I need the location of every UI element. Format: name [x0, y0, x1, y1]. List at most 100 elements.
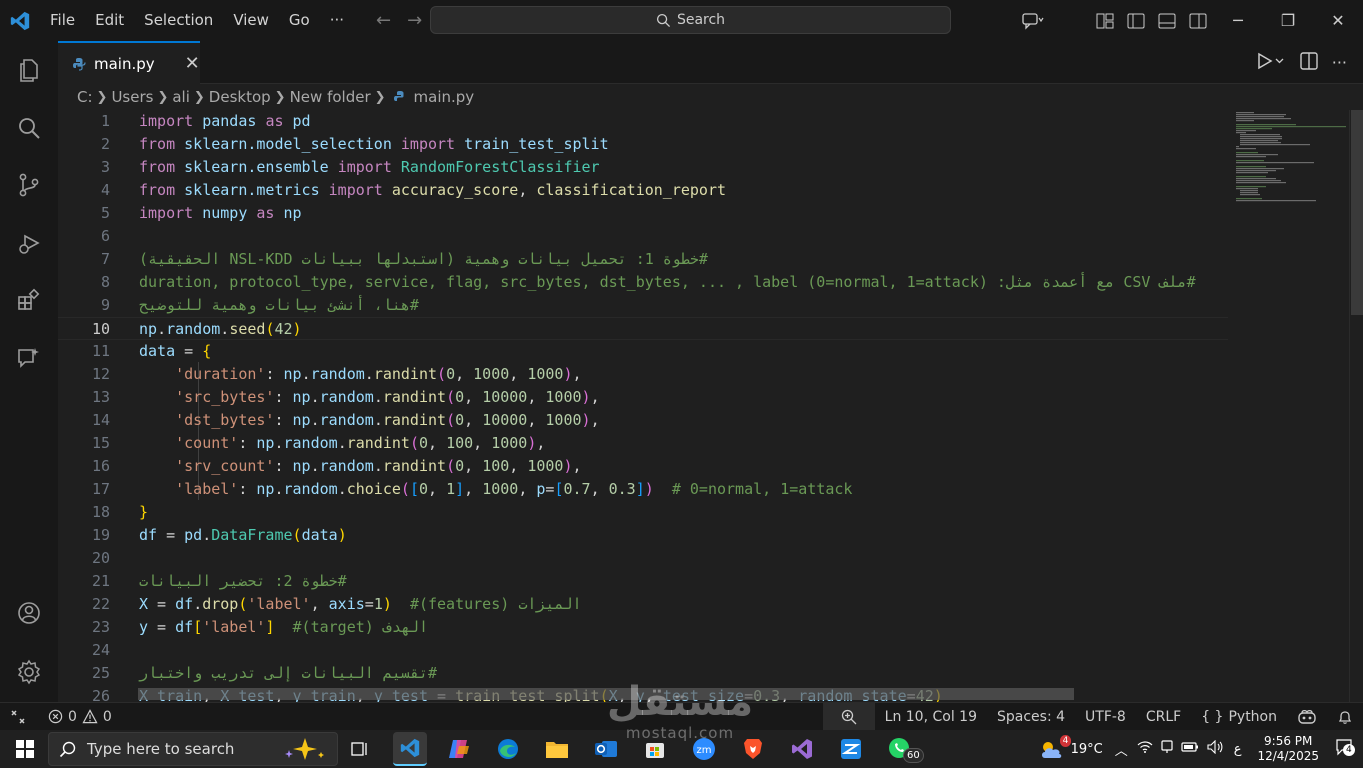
network-icon[interactable] [1156, 740, 1178, 758]
end-of-line[interactable]: CRLF [1136, 703, 1191, 731]
encoding[interactable]: UTF-8 [1075, 703, 1136, 731]
horizontal-scrollbar[interactable] [138, 688, 1074, 700]
taskbar-visual-studio-icon[interactable] [785, 732, 819, 766]
accounts-icon[interactable] [0, 589, 58, 637]
problems-indicator[interactable]: 0 0 [38, 703, 122, 731]
code-line[interactable]: 24 [58, 639, 1228, 662]
menu-more-button[interactable]: ··· [320, 0, 354, 41]
code-line[interactable]: 6 [58, 225, 1228, 248]
taskbar-edge-icon[interactable] [491, 732, 525, 766]
indentation[interactable]: Spaces: 4 [987, 703, 1075, 731]
restore-window-icon[interactable]: ❐ [1263, 0, 1313, 41]
copilot-chat-icon[interactable] [1013, 0, 1053, 41]
code-line[interactable]: 2 from sklearn.model_selection import tra… [58, 133, 1228, 156]
menu-view[interactable]: View [223, 0, 279, 41]
more-actions-icon[interactable]: ··· [1332, 53, 1347, 72]
code-line[interactable]: 23 y = df['label'] #(target) الهدف [58, 616, 1228, 639]
code-line[interactable]: 14 'dst_bytes': np.random.randint(0, 100… [58, 409, 1228, 432]
taskbar-copilot-icon[interactable] [442, 732, 476, 766]
code-line[interactable]: 5 import numpy as np [58, 202, 1228, 225]
taskbar-search-box[interactable]: Type here to search [48, 732, 338, 766]
code-line[interactable]: 15 'count': np.random.randint(0, 100, 10… [58, 432, 1228, 455]
code-line[interactable]: 13 'src_bytes': np.random.randint(0, 100… [58, 386, 1228, 409]
battery-icon[interactable] [1178, 741, 1202, 757]
volume-icon[interactable] [1202, 739, 1228, 758]
menu-file[interactable]: File [40, 0, 85, 41]
run-python-file-icon[interactable] [1256, 52, 1286, 74]
taskbar-file-explorer-icon[interactable] [540, 732, 574, 766]
cursor-position[interactable]: Ln 10, Col 19 [875, 703, 987, 731]
code-line[interactable]: 21 #خطوة 2: تحضير البيانات [58, 570, 1228, 593]
back-arrow-icon[interactable]: ← [368, 10, 399, 31]
tab-close-icon[interactable]: ✕ [185, 53, 200, 74]
menu-selection[interactable]: Selection [134, 0, 223, 41]
code-line[interactable]: 17 'label': np.random.choice([0, 1], 100… [58, 478, 1228, 501]
breadcrumb-file[interactable]: main.py [414, 88, 475, 106]
code-line[interactable]: 25 #تقسيم البيانات إلى تدريب واختبار [58, 662, 1228, 685]
explorer-icon[interactable] [0, 46, 58, 94]
code-line[interactable]: 16 'srv_count': np.random.randint(0, 100… [58, 455, 1228, 478]
input-language[interactable]: ع [1228, 742, 1248, 757]
settings-gear-icon[interactable] [0, 648, 58, 696]
taskbar-outlook-icon[interactable] [589, 732, 623, 766]
search-icon[interactable] [0, 104, 58, 152]
code-line[interactable]: 10 np.random.seed(42) [58, 317, 1228, 340]
code-line[interactable]: 9 #هنا، أنشئ بيانات وهمية للتوضيح [58, 294, 1228, 317]
forward-arrow-icon[interactable]: → [399, 10, 430, 31]
tab-main-py[interactable]: main.py ✕ [58, 41, 200, 84]
task-view-icon[interactable] [343, 732, 377, 766]
wifi-icon[interactable] [1134, 740, 1156, 758]
remote-indicator[interactable] [0, 703, 38, 731]
menu-edit[interactable]: Edit [85, 0, 134, 41]
close-window-icon[interactable]: ✕ [1313, 0, 1363, 41]
code-editor[interactable]: 1 import pandas as pd 2 from sklearn.model_… [58, 110, 1228, 702]
menu-go[interactable]: Go [279, 0, 320, 41]
code-line[interactable]: 19 df = pd.DataFrame(data) [58, 524, 1228, 547]
notification-center-icon[interactable]: 4 [1329, 738, 1363, 760]
windows-start-icon[interactable] [8, 732, 42, 766]
taskbar-vscode-icon[interactable] [393, 732, 427, 766]
weather-widget[interactable]: 19°C 4 [1033, 735, 1109, 760]
scrollbar-thumb[interactable] [1351, 110, 1363, 315]
minimize-window-icon[interactable]: ─ [1213, 0, 1263, 41]
chat-icon[interactable] [0, 334, 58, 382]
notifications-bell-icon[interactable] [1327, 703, 1363, 731]
source-control-icon[interactable] [0, 161, 58, 209]
minimap[interactable] [1228, 110, 1348, 702]
code-line[interactable]: 22 X = df.drop('label', axis=1) #(feature… [58, 593, 1228, 616]
code-line[interactable]: 18} [58, 501, 1228, 524]
vertical-scrollbar[interactable] [1349, 110, 1363, 702]
show-hidden-icons-chevron-icon[interactable]: ︿ [1109, 740, 1134, 759]
clock[interactable]: 9:56 PM 12/4/2025 [1247, 734, 1329, 764]
breadcrumb-drive[interactable]: C: [77, 88, 93, 106]
command-center-search[interactable]: Search [430, 6, 951, 34]
toggle-panel-icon[interactable] [1151, 0, 1182, 41]
toggle-secondary-sidebar-icon[interactable] [1182, 0, 1213, 41]
toggle-primary-sidebar-icon[interactable] [1120, 0, 1151, 41]
copilot-status-icon[interactable] [1287, 703, 1327, 731]
breadcrumb-new-folder[interactable]: New folder [290, 88, 371, 106]
taskbar-azure-data-studio-icon[interactable] [834, 732, 868, 766]
breadcrumb-users[interactable]: Users [111, 88, 153, 106]
taskbar-store-icon[interactable] [638, 732, 672, 766]
line-number: 9 [100, 296, 110, 314]
taskbar-zoom-icon[interactable]: zm [687, 732, 721, 766]
zoom-indicator[interactable] [822, 703, 875, 731]
code-line[interactable]: 7 #خطوة 1: تحميل بيانات وهمية (استبدلها ب… [58, 248, 1228, 271]
code-line[interactable]: 4 from sklearn.metrics import accuracy_sc… [58, 179, 1228, 202]
extensions-icon[interactable] [0, 276, 58, 324]
breadcrumb-desktop[interactable]: Desktop [209, 88, 271, 106]
run-debug-icon[interactable] [0, 219, 58, 267]
language-mode[interactable]: { } Python [1191, 703, 1287, 731]
code-line[interactable]: 1 import pandas as pd [58, 110, 1228, 133]
split-editor-icon[interactable] [1300, 51, 1318, 74]
customize-layout-icon[interactable] [1089, 0, 1120, 41]
code-line[interactable]: 8 #ملف CSV مع أعمدة مثل: duration, protoc… [58, 271, 1228, 294]
code-line[interactable]: 12 'duration': np.random.randint(0, 1000… [58, 363, 1228, 386]
taskbar-brave-icon[interactable] [736, 732, 770, 766]
code-line[interactable]: 20 [58, 547, 1228, 570]
breadcrumb-ali[interactable]: ali [172, 88, 190, 106]
taskbar-whatsapp-icon[interactable]: 60 [883, 732, 924, 766]
code-line[interactable]: 11 data = { [58, 340, 1228, 363]
code-line[interactable]: 3 from sklearn.ensemble import RandomFore… [58, 156, 1228, 179]
